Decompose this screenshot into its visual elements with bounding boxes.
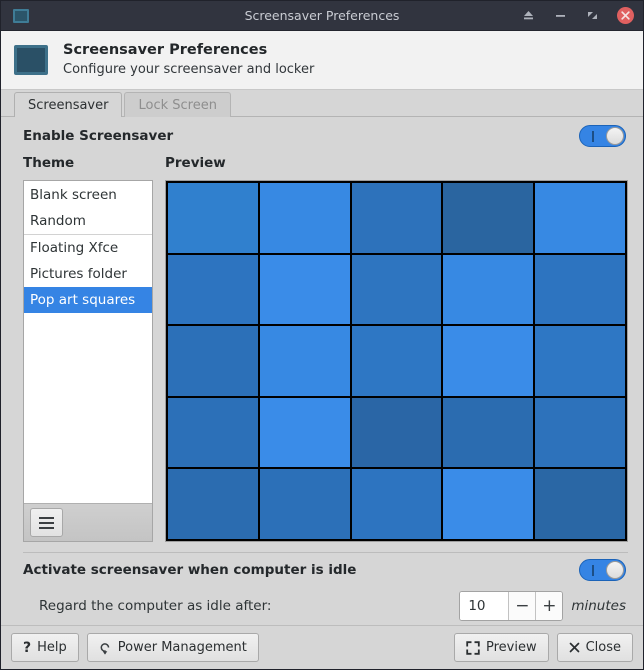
- window-controls: [521, 7, 634, 24]
- screensaver-preferences-window: Screensaver Preferences Screensaver Pref…: [0, 0, 644, 670]
- idle-delay-control: 10 − + minutes: [459, 591, 626, 621]
- theme-list-items: Blank screen Random Floating Xfce Pictur…: [24, 181, 152, 503]
- preview-cell-4-3: [443, 469, 534, 539]
- preview-cell-0-1: [259, 183, 350, 253]
- preview-cell-1-2: [351, 254, 442, 325]
- idle-delay-increment-button[interactable]: +: [535, 592, 563, 620]
- theme-list-footer: [24, 503, 152, 541]
- preview-cell-0-4: [535, 183, 625, 253]
- power-loop-icon: [99, 641, 112, 655]
- enable-screensaver-row: Enable Screensaver: [14, 117, 630, 155]
- preview-cell-4-4: [535, 469, 625, 539]
- question-mark-icon: ?: [23, 639, 32, 656]
- tab-content-screensaver: Enable Screensaver Theme Blank screen Ra…: [1, 117, 643, 625]
- list-item[interactable]: Blank screen: [24, 182, 152, 208]
- list-item[interactable]: Random: [24, 208, 152, 234]
- enable-screensaver-label: Enable Screensaver: [23, 128, 174, 144]
- toggle-knob: [606, 127, 624, 145]
- preview-cell-4-0: [168, 469, 258, 539]
- activate-idle-label: Activate screensaver when computer is id…: [23, 562, 357, 578]
- x-close-icon: [569, 642, 580, 653]
- maximize-icon[interactable]: [585, 8, 600, 23]
- preview-cell-2-0: [168, 326, 258, 396]
- theme-column: Theme Blank screen Random Floating Xfce …: [23, 155, 153, 542]
- preview-cell-0-2: [351, 183, 442, 253]
- preview-cell-0-0: [168, 183, 258, 253]
- preview-cell-0-3: [443, 183, 534, 253]
- preview-cell-1-4: [535, 254, 625, 325]
- help-button[interactable]: ? Help: [11, 633, 79, 662]
- header-text-block: Screensaver Preferences Configure your s…: [63, 41, 314, 78]
- tab-lock-screen[interactable]: Lock Screen: [124, 92, 231, 117]
- close-icon[interactable]: [617, 7, 634, 24]
- fullscreen-corners-icon: [466, 640, 480, 655]
- preview-cell-1-3: [443, 254, 534, 325]
- preview-cell-3-4: [535, 397, 625, 468]
- preview-cell-4-2: [351, 469, 442, 539]
- theme-list[interactable]: Blank screen Random Floating Xfce Pictur…: [23, 180, 153, 542]
- theme-and-preview: Theme Blank screen Random Floating Xfce …: [14, 155, 630, 542]
- idle-delay-input[interactable]: 10: [460, 592, 509, 620]
- preview-cell-3-2: [351, 397, 442, 468]
- preview-canvas[interactable]: [165, 180, 628, 542]
- action-bar: ? Help Power Management Preview Close: [1, 625, 643, 669]
- tab-screensaver-label: Screensaver: [28, 97, 109, 113]
- screensaver-monitor-icon: [14, 45, 48, 75]
- list-item-label: Random: [30, 213, 86, 229]
- shade-icon[interactable]: [521, 8, 536, 23]
- list-item[interactable]: Pictures folder: [24, 261, 152, 287]
- preview-cell-2-2: [351, 326, 442, 396]
- preview-button[interactable]: Preview: [453, 633, 549, 662]
- idle-delay-label: Regard the computer as idle after:: [39, 598, 272, 614]
- preview-cell-2-3: [443, 326, 534, 396]
- list-item-selected[interactable]: Pop art squares: [24, 287, 152, 313]
- idle-delay-row: Regard the computer as idle after: 10 − …: [23, 587, 628, 625]
- toggle-on-mark: [592, 565, 594, 576]
- list-item-label: Blank screen: [30, 187, 117, 203]
- toggle-knob: [606, 561, 624, 579]
- power-management-button-label: Power Management: [117, 640, 247, 655]
- preview-cell-2-1: [259, 326, 350, 396]
- tab-strip: Screensaver Lock Screen: [1, 90, 643, 118]
- preview-cell-1-1: [259, 254, 350, 325]
- preview-button-label: Preview: [485, 640, 537, 655]
- page-title: Screensaver Preferences: [63, 42, 268, 59]
- power-management-button[interactable]: Power Management: [86, 633, 259, 662]
- tab-screensaver[interactable]: Screensaver: [14, 92, 123, 118]
- pop-art-squares-grid: [166, 181, 627, 541]
- preview-cell-2-4: [535, 326, 625, 396]
- idle-delay-decrement-button[interactable]: −: [508, 592, 536, 620]
- preview-cell-3-1: [259, 397, 350, 468]
- activate-idle-row: Activate screensaver when computer is id…: [23, 553, 628, 587]
- enable-screensaver-toggle[interactable]: [579, 125, 626, 147]
- list-item-label: Pop art squares: [30, 292, 136, 308]
- preview-cell-3-3: [443, 397, 534, 468]
- preview-cell-4-1: [259, 469, 350, 539]
- toggle-on-mark: [592, 131, 594, 142]
- preview-column: Preview: [165, 155, 628, 542]
- idle-delay-spinner[interactable]: 10 − +: [459, 591, 564, 621]
- preview-cell-3-0: [168, 397, 258, 468]
- close-button-label: Close: [585, 640, 621, 655]
- page-header: Screensaver Preferences Configure your s…: [1, 31, 643, 90]
- list-item-label: Floating Xfce: [30, 240, 119, 256]
- list-item[interactable]: Floating Xfce: [24, 234, 152, 261]
- preview-section-label: Preview: [165, 155, 226, 171]
- minimize-icon[interactable]: [553, 8, 568, 23]
- activate-idle-toggle[interactable]: [579, 559, 626, 581]
- list-item-label: Pictures folder: [30, 266, 127, 282]
- idle-delay-units: minutes: [571, 598, 626, 614]
- theme-section-label: Theme: [23, 155, 75, 171]
- page-subtitle: Configure your screensaver and locker: [63, 61, 315, 77]
- idle-settings: Activate screensaver when computer is id…: [14, 542, 630, 625]
- preview-cell-1-0: [168, 254, 258, 325]
- close-button[interactable]: Close: [556, 633, 633, 662]
- tab-lock-screen-label: Lock Screen: [138, 97, 217, 113]
- help-button-label: Help: [37, 640, 67, 655]
- hamburger-menu-icon[interactable]: [30, 508, 63, 537]
- window-app-icon: [13, 8, 29, 23]
- title-bar: Screensaver Preferences: [1, 1, 643, 31]
